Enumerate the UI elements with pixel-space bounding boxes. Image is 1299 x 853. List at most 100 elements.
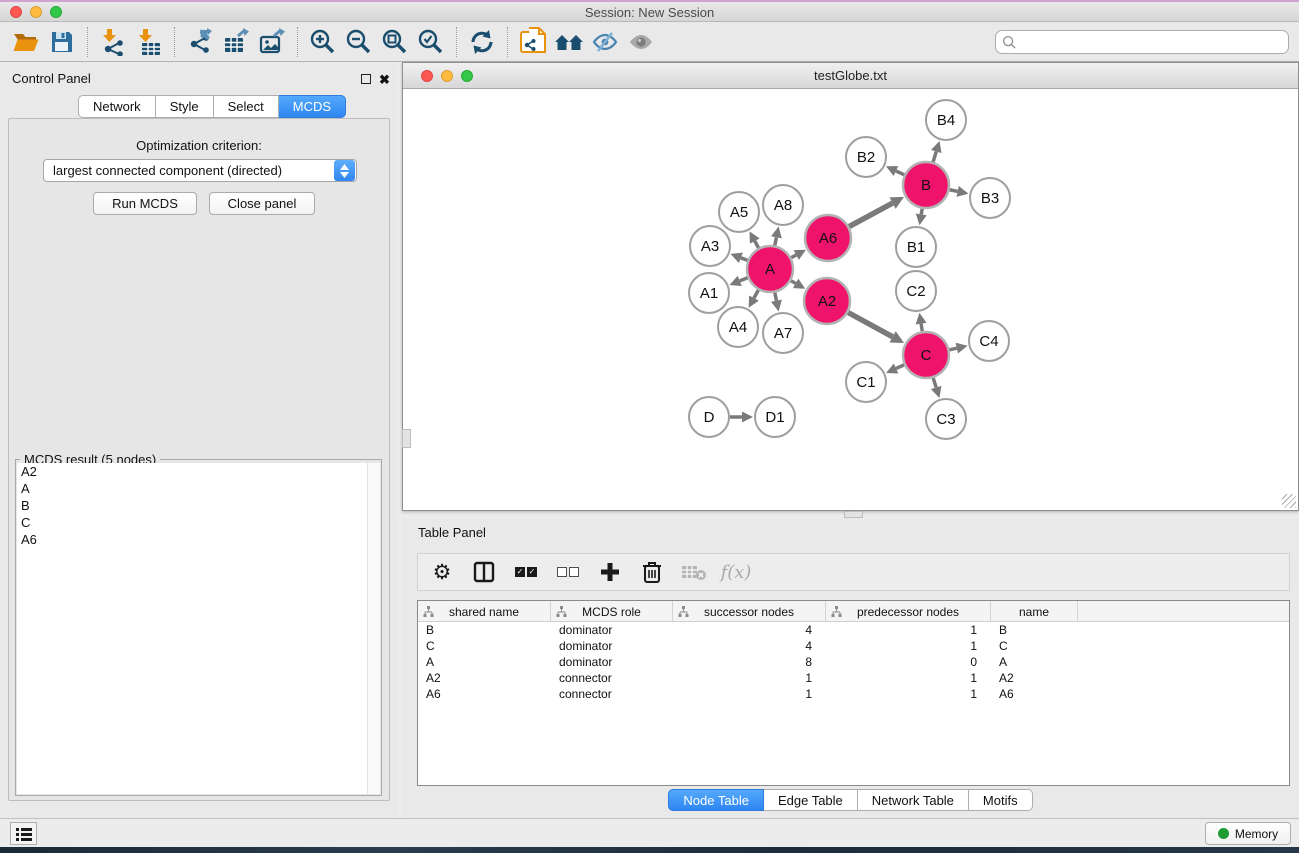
table-cell[interactable]: 8: [673, 654, 826, 670]
graph-node-A2[interactable]: A2: [804, 278, 850, 324]
result-list-item[interactable]: C: [17, 514, 367, 531]
splitter-grip-vertical[interactable]: [402, 429, 411, 448]
tab-style[interactable]: Style: [156, 95, 214, 118]
table-cell[interactable]: 4: [673, 622, 826, 638]
tab-select[interactable]: Select: [214, 95, 279, 118]
table-cell[interactable]: 0: [826, 654, 991, 670]
graph-node-A3[interactable]: A3: [690, 226, 730, 266]
graph-edge-B-B2[interactable]: [886, 166, 904, 176]
show-graphics-details-icon[interactable]: [623, 25, 659, 59]
close-panel-icon[interactable]: ✖: [379, 71, 392, 84]
import-table-icon[interactable]: [131, 25, 167, 59]
select-all-columns-icon[interactable]: ✓✓: [512, 558, 540, 586]
graph-edge-A-A7[interactable]: [771, 293, 782, 312]
graph-node-C1[interactable]: C1: [846, 362, 886, 402]
table-cell[interactable]: 1: [826, 622, 991, 638]
table-row[interactable]: Adominator80A: [418, 654, 1289, 670]
panel-list-icon[interactable]: [10, 822, 37, 845]
table-cell[interactable]: dominator: [551, 622, 673, 638]
import-network-icon[interactable]: [95, 25, 131, 59]
table-cell[interactable]: C: [418, 638, 551, 654]
graph-node-B2[interactable]: B2: [846, 137, 886, 177]
table-cell[interactable]: B: [418, 622, 551, 638]
settings-gear-icon[interactable]: ⚙: [428, 558, 456, 586]
graph-edge-A6-B[interactable]: [849, 197, 904, 227]
zoom-fit-icon[interactable]: [377, 25, 413, 59]
graph-edge-A-A4[interactable]: [749, 290, 759, 308]
table-cell[interactable]: A: [418, 654, 551, 670]
float-panel-icon[interactable]: [361, 71, 374, 84]
table-row[interactable]: A2connector11A2: [418, 670, 1289, 686]
memory-button[interactable]: Memory: [1205, 822, 1291, 845]
graph-node-B[interactable]: B: [903, 162, 949, 208]
column-header-predecessor-nodes[interactable]: predecessor nodes: [826, 601, 991, 622]
criterion-dropdown[interactable]: largest connected component (directed): [43, 159, 357, 182]
graph-edge-D-D1[interactable]: [730, 412, 753, 423]
table-cell[interactable]: A2: [418, 670, 551, 686]
graph-edge-A-A2[interactable]: [791, 279, 805, 289]
table-cell[interactable]: connector: [551, 670, 673, 686]
table-cell[interactable]: 1: [673, 686, 826, 702]
graph-edge-C-C2[interactable]: [916, 313, 927, 332]
table-cell[interactable]: 1: [826, 686, 991, 702]
graph-node-A1[interactable]: A1: [689, 273, 729, 313]
refresh-icon[interactable]: [464, 25, 500, 59]
graph-node-A5[interactable]: A5: [719, 192, 759, 232]
column-header-name[interactable]: name: [991, 601, 1078, 622]
open-session-icon[interactable]: [8, 25, 44, 59]
save-session-icon[interactable]: [44, 25, 80, 59]
deselect-all-columns-icon[interactable]: [554, 558, 582, 586]
table-cell[interactable]: dominator: [551, 654, 673, 670]
graph-node-B1[interactable]: B1: [896, 227, 936, 267]
table-cell[interactable]: C: [991, 638, 1078, 654]
graph-node-D1[interactable]: D1: [755, 397, 795, 437]
graph-edge-A-A1[interactable]: [729, 276, 747, 286]
graph-node-B4[interactable]: B4: [926, 100, 966, 140]
result-list-item[interactable]: A6: [17, 531, 367, 548]
export-table-icon[interactable]: [218, 25, 254, 59]
tab-network[interactable]: Network: [78, 95, 156, 118]
graph-edge-C-C4[interactable]: [949, 343, 967, 354]
graph-node-A4[interactable]: A4: [718, 307, 758, 347]
graph-edge-A-A3[interactable]: [731, 253, 748, 263]
result-list-item[interactable]: A2: [17, 463, 367, 480]
table-cell[interactable]: A6: [991, 686, 1078, 702]
table-cell[interactable]: 1: [826, 638, 991, 654]
graph-edge-A-A5[interactable]: [750, 231, 760, 248]
tab-network-table[interactable]: Network Table: [858, 789, 969, 811]
table-cell[interactable]: B: [991, 622, 1078, 638]
zoom-selected-icon[interactable]: [413, 25, 449, 59]
table-cell[interactable]: 1: [826, 670, 991, 686]
graph-node-C2[interactable]: C2: [896, 271, 936, 311]
graph-node-A7[interactable]: A7: [763, 313, 803, 353]
graph-edge-B-B1[interactable]: [916, 209, 927, 226]
tab-edge-table[interactable]: Edge Table: [764, 789, 858, 811]
result-list-item[interactable]: A: [17, 480, 367, 497]
tab-motifs[interactable]: Motifs: [969, 789, 1033, 811]
result-list-item[interactable]: B: [17, 497, 367, 514]
table-row[interactable]: Cdominator41C: [418, 638, 1289, 654]
delete-column-trash-icon[interactable]: [638, 558, 666, 586]
table-cell[interactable]: connector: [551, 686, 673, 702]
graph-node-C4[interactable]: C4: [969, 321, 1009, 361]
splitter-grip-horizontal[interactable]: [844, 511, 863, 518]
graph-edge-A-A8[interactable]: [771, 227, 782, 246]
table-cell[interactable]: 1: [673, 670, 826, 686]
graph-edge-A-A6[interactable]: [791, 250, 806, 260]
graph-node-A[interactable]: A: [747, 246, 793, 292]
graph-edge-A2-C[interactable]: [848, 312, 904, 343]
hide-graphics-details-icon[interactable]: [587, 25, 623, 59]
table-cell[interactable]: A2: [991, 670, 1078, 686]
tab-mcds[interactable]: MCDS: [279, 95, 346, 118]
export-network-icon[interactable]: [182, 25, 218, 59]
table-cell[interactable]: A: [991, 654, 1078, 670]
graph-node-C[interactable]: C: [903, 332, 949, 378]
zoom-out-icon[interactable]: [341, 25, 377, 59]
graph-edge-B-B3[interactable]: [950, 186, 969, 197]
table-cell[interactable]: A6: [418, 686, 551, 702]
graph-edge-C-C1[interactable]: [886, 363, 904, 373]
clone-network-icon[interactable]: [515, 25, 551, 59]
column-layout-icon[interactable]: [470, 558, 498, 586]
column-header-MCDS-role[interactable]: MCDS role: [551, 601, 673, 622]
run-mcds-button[interactable]: Run MCDS: [93, 192, 197, 215]
